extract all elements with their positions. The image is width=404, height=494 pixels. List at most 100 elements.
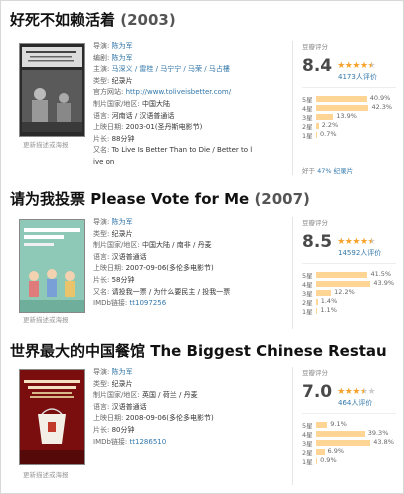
star-full-icon: ★ <box>359 236 368 247</box>
rating-label: 豆瓣评分 <box>302 369 328 377</box>
star-rating: ★★★★★ <box>337 237 375 247</box>
histogram-row: 1星 0.9% <box>302 456 398 466</box>
star-half-icon: ★ <box>359 386 368 397</box>
rating-count-link[interactable]: 4173人评价 <box>338 72 377 82</box>
rating-histogram: 5星 9.1% 4星 39.3% 3星 43.8% 2星 6.9% 1星 0.9% <box>302 420 398 466</box>
writer-link[interactable]: 陈为军 <box>112 54 133 62</box>
star-full-icon: ★ <box>337 60 345 71</box>
movie-entry: 世界最大的中国餐馆 The Biggest Chinese Restau 更新描… <box>1 338 403 493</box>
histogram-percent: 9.1% <box>330 420 347 428</box>
movie-entry: 好死不如赖活着 (2003) 更新描述或海报 导演: 陈为军 编剧: 陈为军 主… <box>1 7 403 177</box>
movie-info: 导演: 陈为军 类型: 纪录片 制片国家/地区: 英国 / 荷兰 / 丹麦 语言… <box>93 367 287 448</box>
movie-title: 好死不如赖活着 (2003) <box>10 7 402 33</box>
score-area: 8.4 ★★★★★ 4173人评价 <box>302 55 398 83</box>
info-runtime: 片长: 58分钟 <box>93 275 135 284</box>
star-half-icon: ★ <box>367 60 376 71</box>
info-release: 上映日期: 2003-01(圣丹斯电影节) <box>93 123 203 132</box>
divider <box>292 367 293 485</box>
histogram-bar <box>316 308 318 314</box>
info-language: 语言: 汉语普通话 <box>93 252 147 261</box>
info-cast: 主演: 马深义 / 雷桂 / 马宁宁 / 马荣 / 马占樓 <box>93 65 230 74</box>
histogram-row: 2星 6.9% <box>302 447 398 457</box>
rating-count-link[interactable]: 14592人评价 <box>338 248 381 258</box>
director-link[interactable]: 陈为军 <box>112 218 133 226</box>
info-writer: 编剧: 陈为军 <box>93 53 133 62</box>
update-poster-link[interactable]: 更新描述或海报 <box>23 314 69 324</box>
histogram-percent: 39.3% <box>367 429 389 437</box>
histogram-row: 3星 13.9% <box>302 112 398 122</box>
movie-poster[interactable] <box>19 219 85 313</box>
info-genre: 类型: 纪录片 <box>93 76 133 85</box>
info-release: 上映日期: 2008-09-06(多伦多电影节) <box>93 414 214 423</box>
histogram-percent: 12.2% <box>334 288 355 296</box>
movie-entry: 请为我投票 Please Vote for Me (2007) 更新描述或海报 … <box>1 186 403 336</box>
title-year: (2003) <box>120 11 176 29</box>
histogram-bar <box>316 114 334 120</box>
director-link[interactable]: 陈为军 <box>112 368 133 376</box>
update-poster-link[interactable]: 更新描述或海报 <box>23 469 69 479</box>
info-website: 官方网站: http://www.toliveisbetter.com/ <box>93 88 232 97</box>
star-full-icon: ★ <box>352 60 360 71</box>
title-cn: 世界最大的中国餐馆 <box>10 342 146 360</box>
genre-link[interactable]: 纪录片 <box>334 167 354 175</box>
rating-panel: 豆瓣评分 7.0 ★★★★★ 464人评价 5星 9.1% 4星 39.3% 3星 43.… <box>302 367 398 487</box>
info-imdb: IMDb链接: tt1286510 <box>93 437 167 446</box>
title-year: (2007) <box>254 190 310 208</box>
rating-score: 8.5 <box>302 231 333 252</box>
histogram-bar <box>316 458 318 464</box>
star-rating: ★★★★★ <box>337 61 375 71</box>
histogram-bar <box>316 132 317 138</box>
title-cn: 请为我投票 <box>10 190 86 208</box>
rating-panel: 豆瓣评分 8.4 ★★★★★ 4173人评价 5星 40.9% 4星 42.3% 3星 1… <box>302 41 398 177</box>
star-full-icon: ★ <box>337 236 345 247</box>
rating-label: 豆瓣评分 <box>302 43 328 51</box>
histogram-row: 5星 40.9% <box>302 94 398 104</box>
histogram-bar <box>316 422 328 428</box>
histogram-percent: 0.9% <box>320 456 337 464</box>
star-full-icon: ★ <box>359 60 368 71</box>
rating-count-link[interactable]: 464人评价 <box>338 398 372 408</box>
info-aka-cont: ive on <box>93 157 115 166</box>
movie-poster[interactable] <box>19 43 85 137</box>
better-pct-link[interactable]: 47% <box>317 167 331 175</box>
rating-histogram: 5星 41.5% 4星 43.9% 3星 12.2% 2星 1.4% 1星 1.1% <box>302 270 398 316</box>
score-area: 8.5 ★★★★★ 14592人评价 <box>302 231 398 259</box>
info-aka: 又名: To Live Is Better Than to Die / Bett… <box>93 146 253 155</box>
movie-info: 导演: 陈为军 类型: 纪录片 制片国家/地区: 中国大陆 / 南非 / 丹麦 … <box>93 217 287 310</box>
website-link[interactable]: http://www.toliveisbetter.com/ <box>126 88 231 96</box>
rating-score: 8.4 <box>302 55 333 76</box>
info-country: 制片国家/地区: 中国大陆 / 南非 / 丹麦 <box>93 241 212 250</box>
rating-separator <box>302 263 396 264</box>
histogram-row: 2星 1.4% <box>302 297 398 307</box>
cast-links[interactable]: 马深义 / 雷桂 / 马宁宁 / 马荣 / 马占樓 <box>112 65 230 73</box>
histogram-percent: 43.8% <box>373 438 394 446</box>
histogram-bar <box>316 96 367 102</box>
info-runtime: 片长: 80分钟 <box>93 425 135 434</box>
movie-title: 世界最大的中国餐馆 The Biggest Chinese Restau <box>10 338 402 364</box>
info-country: 制片国家/地区: 中国大陆 <box>93 99 170 108</box>
histogram-percent: 40.9% <box>369 94 391 102</box>
page-frame: 好死不如赖活着 (2003) 更新描述或海报 导演: 陈为军 编剧: 陈为军 主… <box>0 0 404 494</box>
star-full-icon: ★ <box>337 386 345 397</box>
imdb-link[interactable]: tt1097256 <box>130 299 167 307</box>
histogram-bar <box>316 299 318 305</box>
better-than: 好于 47% 纪录片 <box>302 167 354 175</box>
star-full-icon: ★ <box>352 236 360 247</box>
movie-poster[interactable] <box>19 369 85 465</box>
histogram-percent: 0.7% <box>320 130 337 138</box>
rating-separator <box>302 87 396 88</box>
director-link[interactable]: 陈为军 <box>112 42 133 50</box>
histogram-percent: 2.2% <box>321 121 339 129</box>
histogram-row: 5星 9.1% <box>302 420 398 430</box>
info-release: 上映日期: 2007-09-06(多伦多电影节) <box>93 264 214 273</box>
rating-panel: 豆瓣评分 8.5 ★★★★★ 14592人评价 5星 41.5% 4星 43.9% 3星… <box>302 217 398 333</box>
info-language: 语言: 河南话 / 汉语普通话 <box>93 111 175 120</box>
histogram-bar <box>316 272 368 278</box>
update-poster-link[interactable]: 更新描述或海报 <box>23 139 69 149</box>
rating-score: 7.0 <box>302 381 333 402</box>
divider <box>292 217 293 329</box>
title-en: The Biggest Chinese Restau <box>150 342 387 360</box>
rating-histogram: 5星 40.9% 4星 42.3% 3星 13.9% 2星 2.2% 1星 0.7% <box>302 94 398 140</box>
imdb-link[interactable]: tt1286510 <box>130 438 167 446</box>
star-empty-icon: ★ <box>367 386 376 397</box>
